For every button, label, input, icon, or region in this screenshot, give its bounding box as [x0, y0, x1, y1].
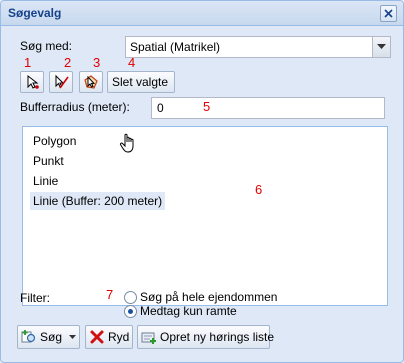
list-item[interactable]: Punkt	[30, 152, 67, 170]
search-button-label: Søg	[40, 330, 63, 344]
search-method-select[interactable]: Spatial (Matrikel)	[125, 36, 391, 58]
selection-list[interactable]: Polygon Punkt Linie Linie (Buffer: 200 m…	[22, 126, 388, 306]
search-options-dialog: Søgevalg Søg med: Spatial (Matrikel) 1 2…	[0, 0, 404, 363]
new-list-icon	[141, 332, 156, 344]
filter-label: Filter:	[20, 291, 50, 305]
list-item-selected[interactable]: Linie (Buffer: 200 meter)	[30, 192, 166, 210]
dialog-titlebar[interactable]: Søgevalg	[1, 1, 403, 26]
annotation-2: 2	[64, 55, 72, 70]
delete-selected-button[interactable]: Slet valgte	[107, 71, 175, 93]
dialog-title: Søgevalg	[8, 6, 62, 20]
clear-button[interactable]: Ryd	[85, 325, 133, 349]
create-hearing-list-button[interactable]: Opret ny hørings liste	[137, 325, 274, 349]
search-method-value: Spatial (Matrikel)	[130, 40, 221, 54]
annotation-3: 3	[93, 55, 101, 70]
list-item[interactable]: Linie	[30, 172, 61, 190]
annotation-7: 7	[106, 287, 114, 302]
radio-button[interactable]	[124, 291, 137, 304]
dialog-body: Søg med: Spatial (Matrikel) 1 2 3 4 Slet…	[7, 29, 397, 357]
annotation-6: 6	[255, 182, 263, 197]
hand-cursor-icon	[119, 133, 134, 153]
create-hearing-list-label: Opret ny hørings liste	[160, 330, 275, 344]
annotation-5: 5	[203, 99, 211, 114]
filter-option-label: Søg på hele ejendommen	[140, 290, 278, 304]
search-add-icon	[21, 330, 36, 343]
point-select-icon	[27, 74, 39, 89]
filter-option-label: Medtag kun ramte	[140, 304, 237, 318]
buffer-radius-input[interactable]: 0	[151, 97, 385, 119]
line-select-icon	[55, 74, 69, 89]
close-icon	[384, 9, 393, 18]
line-select-button[interactable]	[49, 71, 73, 93]
buffer-radius-label: Bufferradius (meter):	[20, 100, 130, 114]
delete-icon	[90, 330, 104, 344]
point-select-button[interactable]	[20, 71, 44, 93]
annotation-1: 1	[24, 55, 32, 70]
list-item[interactable]: Polygon	[30, 132, 79, 150]
chevron-down-icon	[69, 335, 76, 339]
polygon-select-button[interactable]	[79, 71, 103, 93]
chevron-down-icon	[377, 44, 386, 49]
dropdown-trigger[interactable]	[372, 37, 390, 57]
search-button[interactable]: Søg	[17, 325, 80, 349]
buffer-radius-value: 0	[157, 101, 164, 115]
close-button[interactable]	[380, 5, 397, 22]
annotation-4: 4	[128, 55, 136, 70]
clear-button-label: Ryd	[108, 330, 130, 344]
search-with-label: Søg med:	[20, 39, 73, 53]
polygon-select-icon	[84, 75, 98, 89]
radio-button-selected[interactable]	[124, 305, 137, 318]
